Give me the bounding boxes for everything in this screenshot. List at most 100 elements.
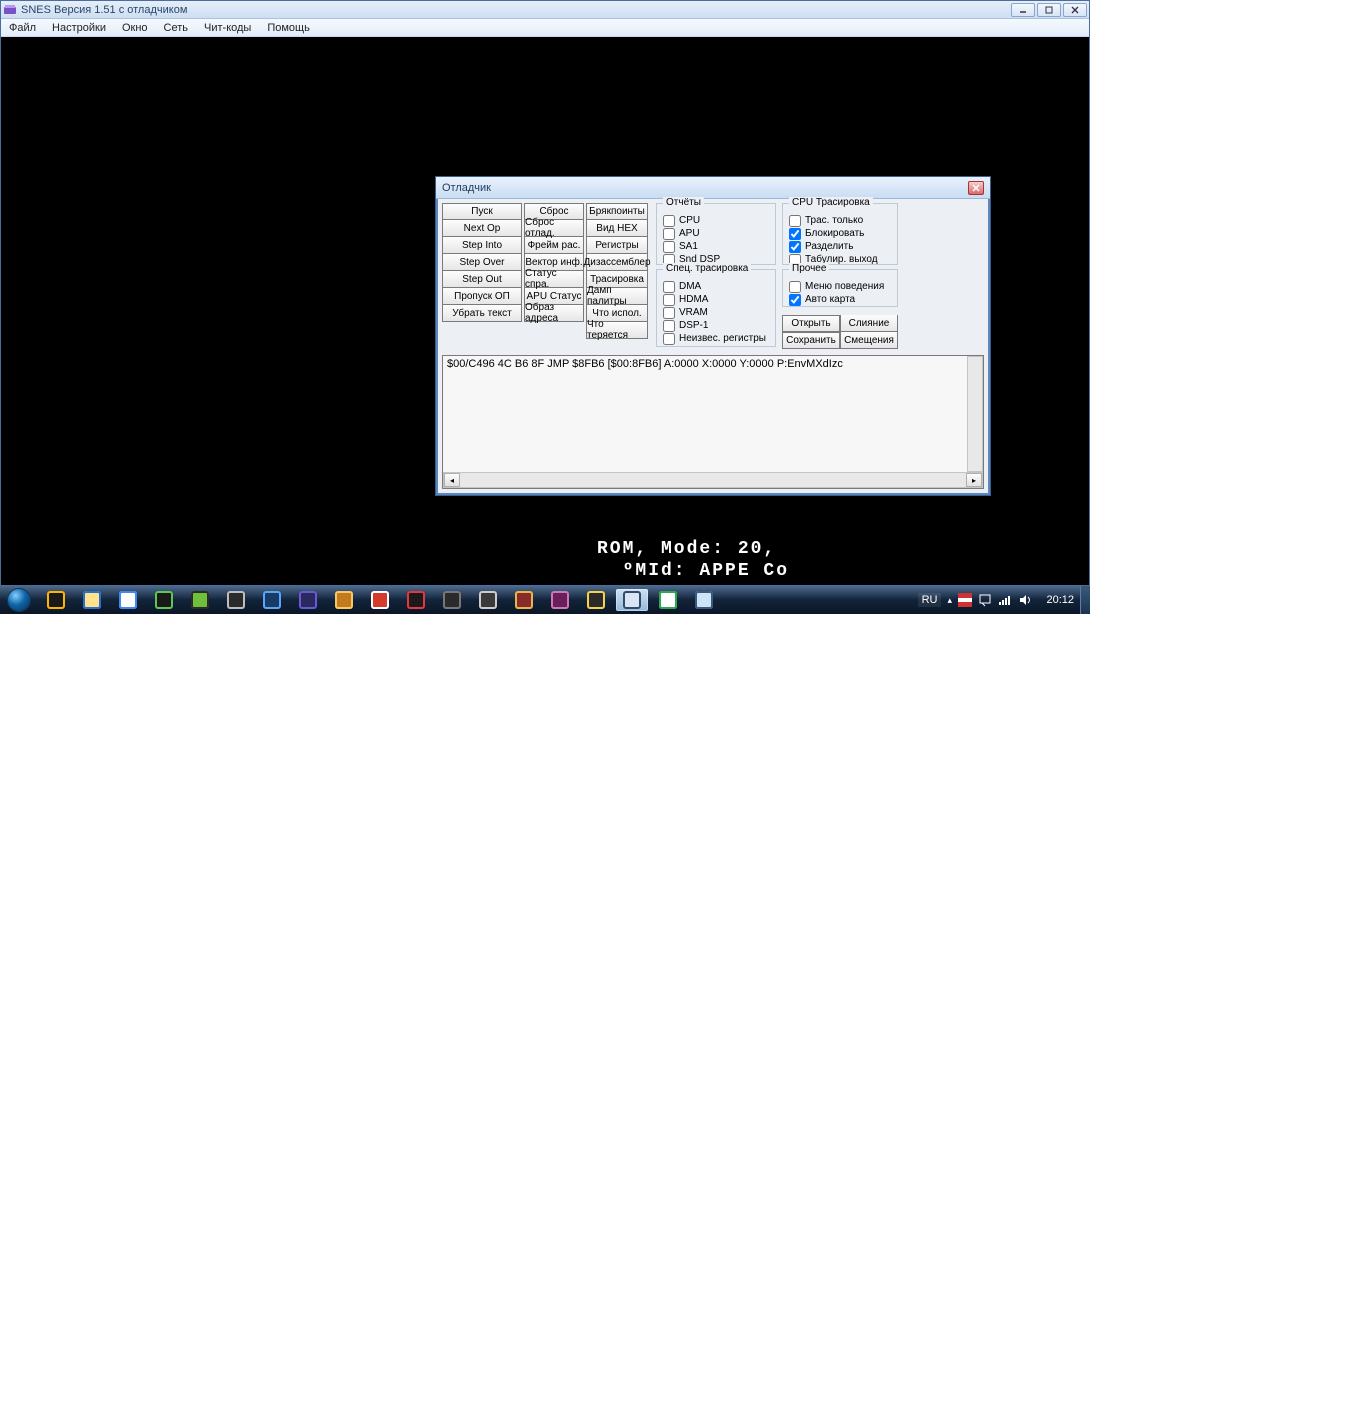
menu-cheats[interactable]: Чит-коды — [196, 22, 259, 34]
menu-settings[interactable]: Настройки — [44, 22, 114, 34]
dialog-title: Отладчик — [442, 182, 968, 194]
gamepad-icon[interactable] — [436, 589, 468, 611]
chk-dma[interactable]: DMA — [663, 280, 769, 293]
windows-icon — [7, 588, 31, 612]
palettedump-button[interactable]: Дамп палитры — [586, 288, 648, 305]
emu-icon-glyph — [299, 591, 317, 609]
menubar: Файл Настройки Окно Сеть Чит-коды Помощь — [1, 19, 1089, 37]
main-window: SNES Версия 1.51 с отладчиком Файл Настр… — [0, 0, 1090, 586]
save-button[interactable]: Сохранить — [782, 332, 840, 349]
chk-split-box[interactable] — [789, 241, 801, 253]
scroll-right-icon[interactable]: ▸ — [966, 473, 982, 487]
foobar-icon[interactable] — [220, 589, 252, 611]
run-button[interactable]: Пуск — [442, 203, 522, 220]
opera-icon[interactable] — [400, 589, 432, 611]
chk-unkreg[interactable]: Неизвес. регистры — [663, 332, 769, 345]
minimize-button[interactable] — [1011, 3, 1035, 17]
addrimage-button[interactable]: Образ адреса — [524, 305, 584, 322]
hexview-button[interactable]: Вид HEX — [586, 220, 648, 237]
chk-split[interactable]: Разделить — [789, 240, 891, 253]
chk-menubeh[interactable]: Меню поведения — [789, 280, 891, 293]
dict-icon[interactable] — [544, 589, 576, 611]
chk-traceonly[interactable]: Трас. только — [789, 214, 891, 227]
dict-icon-glyph — [551, 591, 569, 609]
tray-arrow-icon[interactable]: ▴ — [947, 595, 952, 606]
nextop-button[interactable]: Next Op — [442, 220, 522, 237]
chk-automap[interactable]: Авто карта — [789, 293, 891, 306]
menu-file[interactable]: Файл — [1, 22, 44, 34]
chk-traceonly-box[interactable] — [789, 215, 801, 227]
chk-apu[interactable]: APU — [663, 227, 769, 240]
chk-block-box[interactable] — [789, 228, 801, 240]
menu-net[interactable]: Сеть — [156, 22, 196, 34]
emu-icon[interactable] — [292, 589, 324, 611]
close-button[interactable] — [1063, 3, 1087, 17]
chk-sa1-box[interactable] — [663, 241, 675, 253]
chk-dsp1[interactable]: DSP-1 — [663, 319, 769, 332]
chk-hdma[interactable]: HDMA — [663, 293, 769, 306]
snes-icon[interactable] — [616, 589, 648, 611]
explorer-icon[interactable] — [76, 589, 108, 611]
show-desktop-button[interactable] — [1080, 586, 1090, 614]
disasm-button[interactable]: Дизассемблер — [586, 254, 648, 271]
cputrace-legend: CPU Трасировка — [789, 197, 873, 208]
scroll-left-icon[interactable]: ◂ — [444, 473, 460, 487]
offsets-button[interactable]: Смещения — [840, 332, 898, 349]
chk-hdma-box[interactable] — [663, 294, 675, 306]
dialog-close-button[interactable] — [968, 181, 984, 195]
trace-hscroll[interactable]: ◂ ▸ — [443, 472, 983, 488]
chk-dsp1-box[interactable] — [663, 320, 675, 332]
framecalc-button[interactable]: Фрейм рас. — [524, 237, 584, 254]
python-icon[interactable] — [580, 589, 612, 611]
cleartext-button[interactable]: Убрать текст — [442, 305, 522, 322]
dialog-titlebar[interactable]: Отладчик — [436, 177, 990, 199]
trace-vscroll[interactable] — [967, 356, 983, 472]
breakpoints-button[interactable]: Брякпоинты — [586, 203, 648, 220]
chk-apu-box[interactable] — [663, 228, 675, 240]
stepinto-button[interactable]: Step Into — [442, 237, 522, 254]
resetdbg-button[interactable]: Сброс отлад. — [524, 220, 584, 237]
volume-icon[interactable] — [1018, 593, 1032, 607]
statushelp-button[interactable]: Статус спра. — [524, 271, 584, 288]
utorrent-icon[interactable] — [652, 589, 684, 611]
chk-dma-box[interactable] — [663, 281, 675, 293]
book-icon[interactable] — [508, 589, 540, 611]
menu-window[interactable]: Окно — [114, 22, 156, 34]
game-icon[interactable] — [184, 589, 216, 611]
app-icon[interactable] — [472, 589, 504, 611]
network-icon[interactable] — [998, 593, 1012, 607]
chk-vram-box[interactable] — [663, 307, 675, 319]
chk-vram[interactable]: VRAM — [663, 306, 769, 319]
chk-menubeh-box[interactable] — [789, 281, 801, 293]
emu2-icon[interactable] — [328, 589, 360, 611]
notepad-icon[interactable] — [688, 589, 720, 611]
chk-unkreg-box[interactable] — [663, 333, 675, 345]
aimp-icon[interactable] — [40, 589, 72, 611]
photoshop-icon[interactable] — [256, 589, 288, 611]
titlebar[interactable]: SNES Версия 1.51 с отладчиком — [1, 1, 1089, 19]
window-title: SNES Версия 1.51 с отладчиком — [21, 4, 1011, 16]
chk-sa1[interactable]: SA1 — [663, 240, 769, 253]
clock[interactable]: 20:12 — [1038, 594, 1074, 606]
merge-button[interactable]: Слияние — [840, 315, 898, 332]
trace-output[interactable]: $00/C496 4C B6 8F JMP $8FB6 [$00:8FB6] A… — [442, 355, 984, 489]
chrome-icon[interactable] — [112, 589, 144, 611]
launchy-icon[interactable] — [364, 589, 396, 611]
action-center-icon[interactable] — [978, 593, 992, 607]
flag-icon[interactable] — [958, 593, 972, 607]
start-button[interactable] — [0, 586, 38, 614]
dc-icon[interactable] — [148, 589, 180, 611]
menu-help[interactable]: Помощь — [259, 22, 318, 34]
chk-cpu[interactable]: CPU — [663, 214, 769, 227]
maximize-button[interactable] — [1037, 3, 1061, 17]
chk-automap-box[interactable] — [789, 294, 801, 306]
whatlost-button[interactable]: Что теряется — [586, 322, 648, 339]
open-button[interactable]: Открыть — [782, 315, 840, 332]
skipop-button[interactable]: Пропуск ОП — [442, 288, 522, 305]
registers-button[interactable]: Регистры — [586, 237, 648, 254]
chk-cpu-box[interactable] — [663, 215, 675, 227]
stepout-button[interactable]: Step Out — [442, 271, 522, 288]
chk-block[interactable]: Блокировать — [789, 227, 891, 240]
language-indicator[interactable]: RU — [918, 593, 942, 607]
stepover-button[interactable]: Step Over — [442, 254, 522, 271]
